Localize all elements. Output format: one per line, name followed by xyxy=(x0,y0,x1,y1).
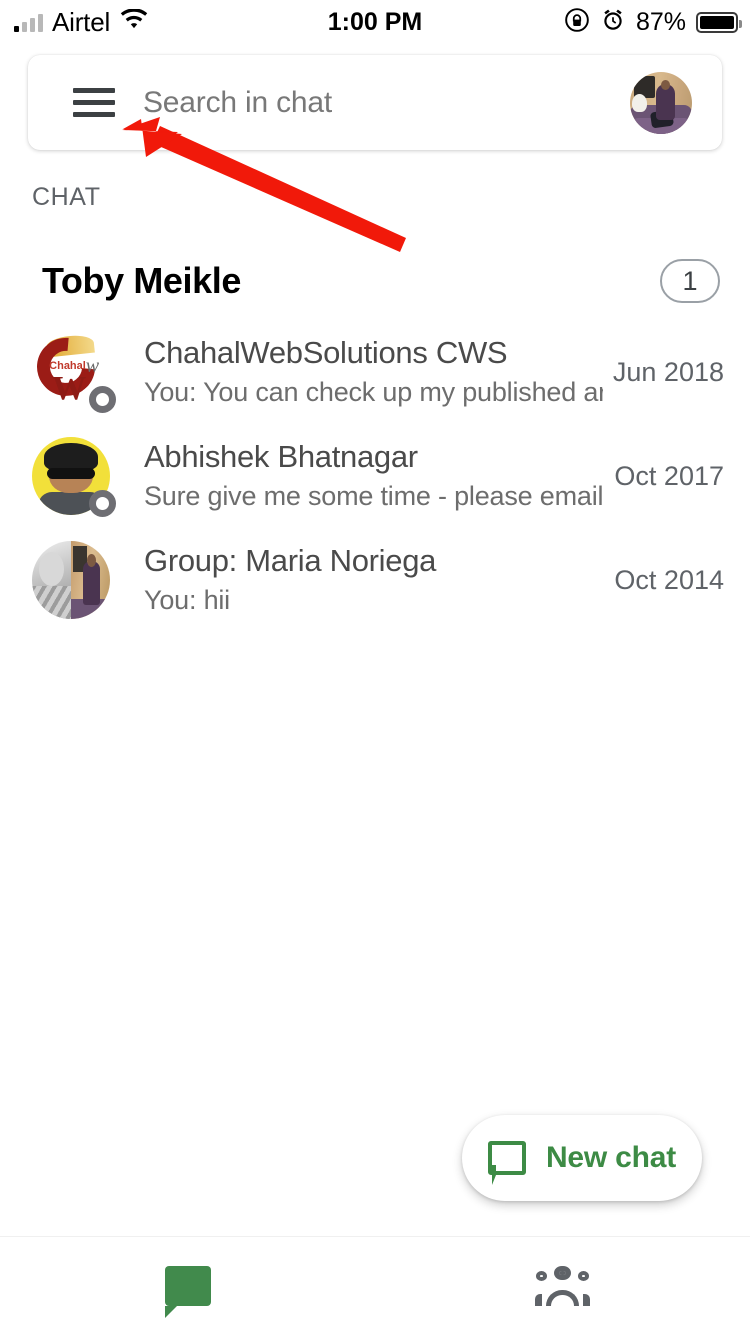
chat-item-title: ChahalWebSolutions CWS xyxy=(144,335,508,370)
status-bar: Airtel 1:00 PM 87% xyxy=(0,0,750,44)
chat-item-date: Oct 2014 xyxy=(614,565,724,595)
bottom-nav xyxy=(0,1237,750,1334)
battery-icon xyxy=(696,11,742,33)
chat-list-item[interactable]: Group: Maria Noriega You: hii Oct 2014 xyxy=(0,533,750,637)
avatar xyxy=(32,541,110,619)
chat-item-text: ChahalWebSolutions CWS You: You can chec… xyxy=(144,333,603,408)
account-name: Toby Meikle xyxy=(42,260,241,301)
unread-count-badge[interactable]: 1 xyxy=(660,259,720,303)
alarm-clock-icon xyxy=(600,7,626,38)
presence-ring-icon xyxy=(89,386,116,413)
rotation-lock-icon xyxy=(564,7,590,38)
chat-item-text: Group: Maria Noriega You: hii xyxy=(144,541,604,616)
chat-list: Chahal w W ChahalWebSolutions CWS You: Y… xyxy=(0,325,750,637)
group-maria-noriega-avatar xyxy=(32,541,110,619)
chat-item-snippet: Sure give me some time - please email me… xyxy=(144,481,604,511)
chat-bubble-filled-icon xyxy=(164,1265,211,1318)
presence-ring-icon xyxy=(89,490,116,517)
app-screen: Airtel 1:00 PM 87% Search in chat CHAT T… xyxy=(0,0,750,1334)
new-chat-button[interactable]: New chat xyxy=(462,1115,702,1201)
chat-list-item[interactable]: Chahal w W ChahalWebSolutions CWS You: Y… xyxy=(0,325,750,429)
chat-item-title: Group: Maria Noriega xyxy=(144,543,437,578)
chat-item-date: Oct 2017 xyxy=(614,461,724,491)
people-group-icon xyxy=(534,1265,592,1306)
section-label-chat: CHAT xyxy=(32,183,101,211)
chat-item-text: Abhishek Bhatnagar Sure give me some tim… xyxy=(144,437,604,512)
chat-item-snippet: You: hii xyxy=(144,585,230,615)
chat-item-title: Abhishek Bhatnagar xyxy=(144,439,418,474)
avatar xyxy=(32,437,116,517)
nav-item-people[interactable] xyxy=(375,1237,750,1334)
battery-percent-label: 87% xyxy=(635,7,686,36)
status-bar-right: 87% xyxy=(564,7,742,38)
user-avatar[interactable] xyxy=(630,71,692,134)
chat-list-item[interactable]: Abhishek Bhatnagar Sure give me some tim… xyxy=(0,429,750,533)
new-chat-label: New chat xyxy=(545,1141,677,1174)
chat-item-snippet: You: You can check up my published artic… xyxy=(144,377,603,407)
nav-item-chats[interactable] xyxy=(0,1237,375,1334)
chat-item-date: Jun 2018 xyxy=(612,357,724,387)
avatar: Chahal w W xyxy=(32,333,116,413)
search-input[interactable]: Search in chat xyxy=(143,86,630,120)
account-header[interactable]: Toby Meikle 1 xyxy=(0,250,750,312)
search-bar[interactable]: Search in chat xyxy=(28,55,722,150)
hamburger-menu-icon[interactable] xyxy=(73,88,115,117)
chat-bubble-outline-icon xyxy=(487,1141,526,1185)
